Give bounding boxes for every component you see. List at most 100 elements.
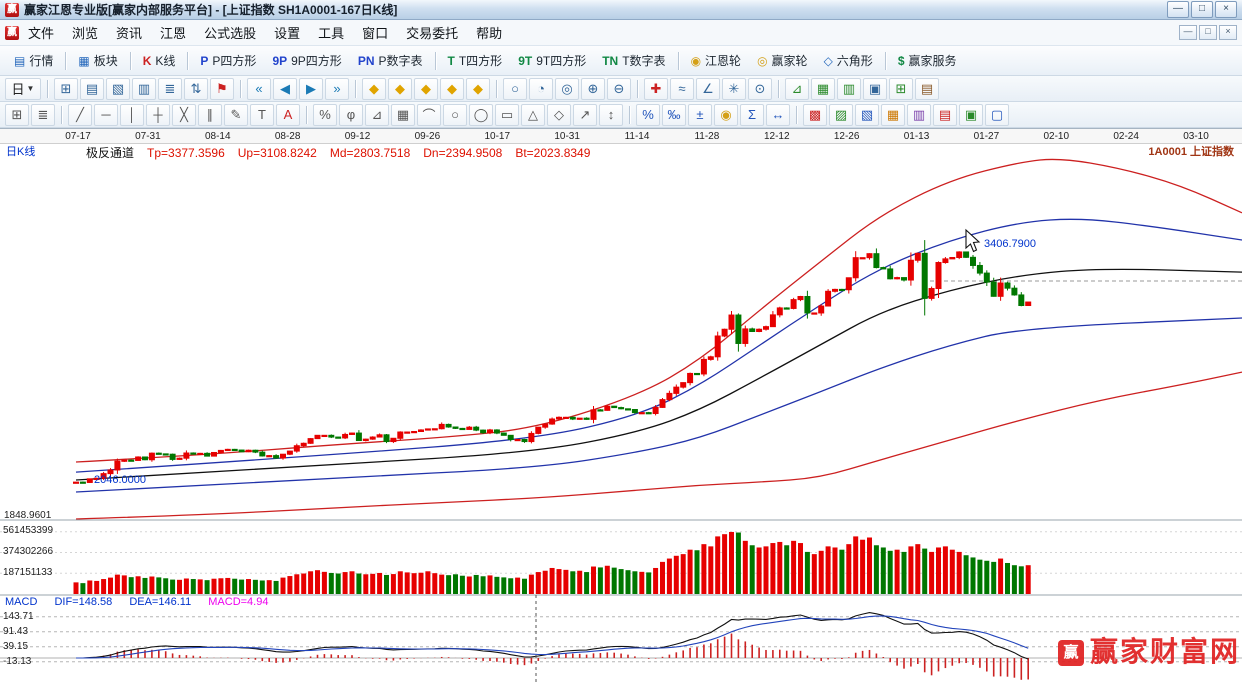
permille-tool-icon[interactable]: ‰: [662, 104, 686, 126]
watchlist-icon[interactable]: ▤: [80, 78, 104, 100]
menu-item-帮助[interactable]: 帮助: [467, 19, 511, 46]
crosshair-icon[interactable]: ✚: [644, 78, 668, 100]
toolbar-button-9T四方形[interactable]: 9T9T四方形: [510, 48, 594, 73]
menu-item-窗口[interactable]: 窗口: [353, 19, 397, 46]
toolbar-button-行情[interactable]: ▤行情: [6, 48, 61, 73]
cross-line-icon[interactable]: ┼: [146, 104, 170, 126]
panel-tool-icon-3[interactable]: ▧: [855, 104, 879, 126]
angle-tool-icon[interactable]: ∠: [696, 78, 720, 100]
balance-tool-icon[interactable]: ±: [688, 104, 712, 126]
nav-last-icon[interactable]: »: [325, 78, 349, 100]
panel-tool-icon-6[interactable]: ▤: [933, 104, 957, 126]
pen-tool-icon[interactable]: ✎: [224, 104, 248, 126]
chart-panel[interactable]: 日K线 极反通道Tp=3377.3596Up=3108.8242Md=2803.…: [0, 144, 1242, 683]
panel-tool-icon-5[interactable]: ▥: [907, 104, 931, 126]
measure-tool-icon[interactable]: ↔: [766, 104, 790, 126]
zoom-in-icon[interactable]: ⊕: [581, 78, 605, 100]
sigma-tool-icon[interactable]: Σ: [740, 104, 764, 126]
layout-icon[interactable]: ⊞: [889, 78, 913, 100]
panel-tool-icon-4[interactable]: ▦: [881, 104, 905, 126]
gann-grid-icon[interactable]: ▦: [391, 104, 415, 126]
label-tool-icon[interactable]: A: [276, 104, 300, 126]
close-button[interactable]: ×: [1215, 1, 1237, 18]
nav-next-icon[interactable]: ▶: [299, 78, 323, 100]
list-lines-icon[interactable]: ≣: [31, 104, 55, 126]
new-window-icon[interactable]: ⊞: [54, 78, 78, 100]
circle-draw-icon[interactable]: ○: [443, 104, 467, 126]
menu-item-资讯[interactable]: 资讯: [107, 19, 151, 46]
fibonacci-icon[interactable]: %: [313, 104, 337, 126]
x-cross-icon[interactable]: ╳: [172, 104, 196, 126]
clipboard-icon[interactable]: ▤: [915, 78, 939, 100]
column-chart-icon[interactable]: ▥: [132, 78, 156, 100]
gann-diamond-icon-1[interactable]: ◆: [362, 78, 386, 100]
horizontal-line-icon[interactable]: ─: [94, 104, 118, 126]
panel-tool-icon-2[interactable]: ▨: [829, 104, 853, 126]
triangle-tool-icon[interactable]: △: [521, 104, 545, 126]
toolbar-button-江恩轮[interactable]: ◉江恩轮: [683, 48, 750, 73]
select-grid-icon[interactable]: ⊞: [5, 104, 29, 126]
period-day-button[interactable]: 日▼: [5, 78, 41, 100]
circle-tool-icon[interactable]: ○: [503, 78, 527, 100]
pie-tool-icon[interactable]: ◔: [529, 78, 553, 100]
toolbar-button-T四方形[interactable]: TT四方形: [440, 48, 511, 73]
panel-tool-icon-1[interactable]: ▩: [803, 104, 827, 126]
menu-item-设置[interactable]: 设置: [265, 19, 309, 46]
golden-ratio-icon[interactable]: φ: [339, 104, 363, 126]
nav-prev-icon[interactable]: ◀: [273, 78, 297, 100]
ellipse-tool-icon[interactable]: ◯: [469, 104, 493, 126]
sort-arrows-icon[interactable]: ⇅: [184, 78, 208, 100]
zoom-out-icon[interactable]: ⊖: [607, 78, 631, 100]
panel-tool-icon-8[interactable]: ▢: [985, 104, 1009, 126]
toolbar-button-K线[interactable]: KK线: [135, 48, 184, 73]
star-tool-icon[interactable]: ✳: [722, 78, 746, 100]
maximize-button[interactable]: □: [1191, 1, 1213, 18]
child-minimize-button[interactable]: —: [1179, 25, 1197, 40]
gann-fan-icon[interactable]: ⊿: [365, 104, 389, 126]
diamond-tool-icon[interactable]: ◇: [547, 104, 571, 126]
rectangle-tool-icon[interactable]: ▭: [495, 104, 519, 126]
menu-item-江恩[interactable]: 江恩: [151, 19, 195, 46]
menu-item-工具[interactable]: 工具: [309, 19, 353, 46]
trend-line-icon[interactable]: ╱: [68, 104, 92, 126]
gann-diamond-icon-4[interactable]: ◆: [440, 78, 464, 100]
toolbar-button-T数字表[interactable]: TNT数字表: [594, 48, 673, 73]
menu-item-交易委托[interactable]: 交易委托: [397, 19, 467, 46]
menu-item-文件[interactable]: 文件: [19, 19, 63, 46]
menu-item-公式选股[interactable]: 公式选股: [195, 19, 265, 46]
toolbar-button-赢家轮[interactable]: ◎赢家轮: [749, 48, 816, 73]
target-tool-icon[interactable]: ◎: [555, 78, 579, 100]
gann-diamond-icon-2[interactable]: ◆: [388, 78, 412, 100]
toolbar-button-P四方形[interactable]: PP四方形: [192, 48, 264, 73]
toolbar-button-P数字表[interactable]: PNP数字表: [350, 48, 431, 73]
menu-item-浏览[interactable]: 浏览: [63, 19, 107, 46]
gann-diamond-icon-5[interactable]: ◆: [466, 78, 490, 100]
text-tool-icon[interactable]: T: [250, 104, 274, 126]
minimize-button[interactable]: —: [1167, 1, 1189, 18]
ruler-icon[interactable]: ⊿: [785, 78, 809, 100]
vertical-line-icon[interactable]: │: [120, 104, 144, 126]
document-icon[interactable]: ≣: [158, 78, 182, 100]
area-chart-icon[interactable]: ▧: [106, 78, 130, 100]
table-tool-icon[interactable]: ▥: [837, 78, 861, 100]
gann-diamond-icon-3[interactable]: ◆: [414, 78, 438, 100]
mark-flag-icon[interactable]: ⚑: [210, 78, 234, 100]
nav-first-icon[interactable]: «: [247, 78, 271, 100]
updown-arrow-icon[interactable]: ↕: [599, 104, 623, 126]
child-restore-button[interactable]: □: [1199, 25, 1217, 40]
gold-tool-icon[interactable]: ◉: [714, 104, 738, 126]
clock-tool-icon[interactable]: ⊙: [748, 78, 772, 100]
arrow-tool-icon[interactable]: ↗: [573, 104, 597, 126]
panel-tool-icon-7[interactable]: ▣: [959, 104, 983, 126]
toolbar-button-六角形[interactable]: ◇六角形: [816, 48, 881, 73]
percent-tool-icon[interactable]: %: [636, 104, 660, 126]
arc-tool-icon[interactable]: ⌒: [417, 104, 441, 126]
toolbar-button-赢家服务[interactable]: $赢家服务: [890, 48, 965, 73]
wave-tool-icon[interactable]: ≈: [670, 78, 694, 100]
child-close-button[interactable]: ×: [1219, 25, 1237, 40]
grid-tool-icon[interactable]: ▦: [811, 78, 835, 100]
chart-window-icon[interactable]: ▣: [863, 78, 887, 100]
toolbar-button-板块[interactable]: ▦板块: [70, 48, 125, 73]
parallel-channel-icon[interactable]: ∥: [198, 104, 222, 126]
toolbar-button-9P四方形[interactable]: 9P9P四方形: [264, 48, 349, 73]
